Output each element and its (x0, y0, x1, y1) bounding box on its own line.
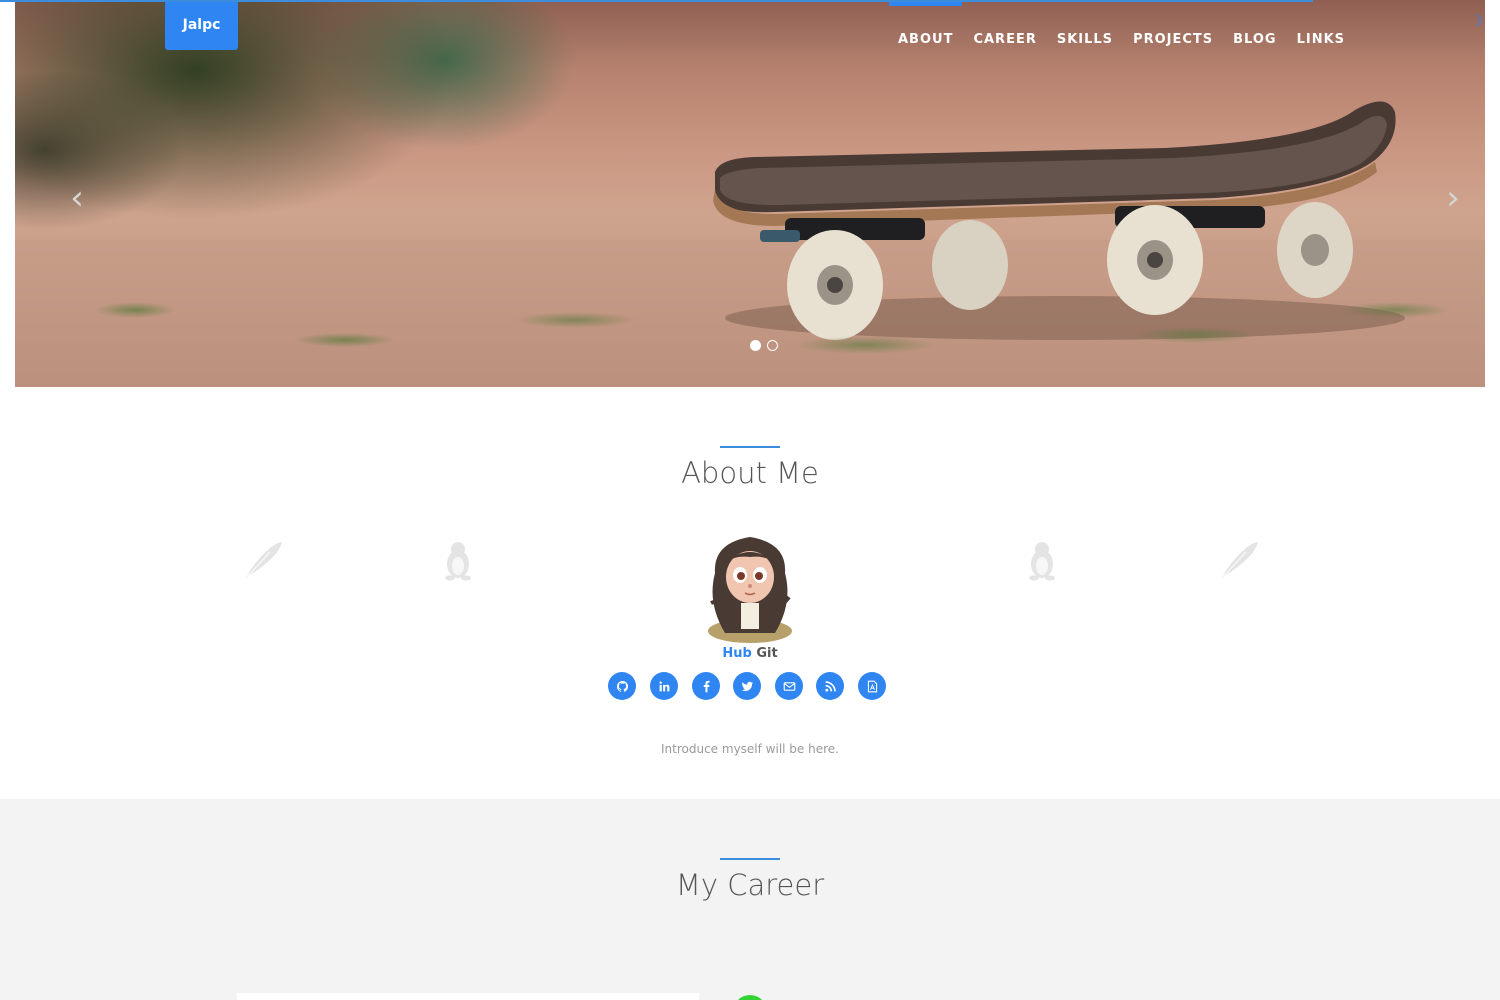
resume-pdf-link[interactable] (858, 672, 886, 700)
rss-icon (824, 680, 836, 692)
linkedin-icon (658, 680, 669, 691)
github-link[interactable] (608, 672, 636, 700)
feather-icon (240, 538, 284, 582)
carousel-indicators (750, 340, 778, 351)
about-section-title: About Me (681, 456, 819, 490)
profile-name: Hub Git (0, 646, 1500, 661)
facebook-icon (703, 680, 710, 692)
career-section: My Career (0, 799, 1500, 1000)
email-icon (783, 681, 795, 691)
linux-penguin-icon (436, 538, 480, 582)
page-loading-bar (0, 0, 1313, 2)
career-title-divider (720, 858, 780, 860)
carousel-next-button[interactable]: › (1435, 178, 1471, 218)
about-title-divider (720, 446, 780, 448)
career-timeline-marker (733, 995, 767, 1000)
twitter-link[interactable] (733, 672, 761, 700)
chevron-left-icon: ‹ (70, 178, 84, 218)
nav-item-career[interactable]: CAREER (963, 0, 1046, 60)
profile-name-first: Hub (722, 646, 752, 661)
career-section-title: My Career (675, 868, 825, 902)
twitter-icon (741, 681, 753, 691)
brand-logo-link[interactable]: Jalpc (165, 0, 238, 50)
pdf-icon (867, 680, 877, 692)
loading-spinner-icon: ☽ (1470, 12, 1484, 30)
main-nav: ABOUT CAREER SKILLS PROJECTS BLOG LINKS (888, 0, 1355, 60)
carousel-indicator-2[interactable] (767, 340, 778, 351)
nav-item-links[interactable]: LINKS (1287, 0, 1355, 60)
feather-icon (1216, 538, 1260, 582)
github-icon (616, 680, 628, 692)
chevron-right-icon: › (1446, 178, 1460, 218)
carousel-prev-button[interactable]: ‹ (59, 178, 95, 218)
profile-name-last: Git (756, 646, 778, 661)
facebook-link[interactable] (692, 672, 720, 700)
linux-penguin-icon (1020, 538, 1064, 582)
avatar (705, 533, 795, 643)
email-link[interactable] (775, 672, 803, 700)
nav-item-blog[interactable]: BLOG (1223, 0, 1286, 60)
career-timeline-card (237, 993, 699, 1000)
nav-item-skills[interactable]: SKILLS (1047, 0, 1123, 60)
nav-item-projects[interactable]: PROJECTS (1123, 0, 1223, 60)
social-links (608, 672, 888, 700)
nav-item-about[interactable]: ABOUT (888, 0, 963, 60)
carousel-indicator-1[interactable] (750, 340, 761, 351)
rss-link[interactable] (816, 672, 844, 700)
linkedin-link[interactable] (650, 672, 678, 700)
intro-text: Introduce myself will be here. (661, 742, 839, 756)
